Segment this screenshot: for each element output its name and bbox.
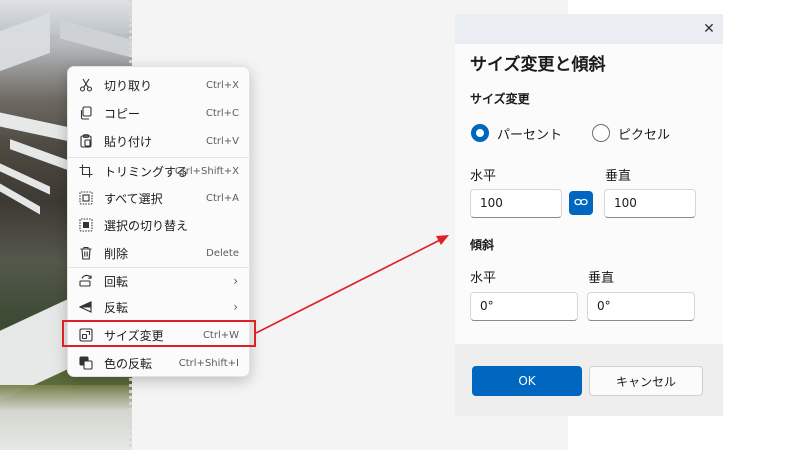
pixel-radio[interactable] bbox=[592, 124, 610, 142]
scissors-icon bbox=[78, 77, 94, 93]
trash-icon bbox=[78, 245, 94, 261]
dialog-titlebar bbox=[455, 14, 723, 44]
menu-item-shortcut: Ctrl+C bbox=[205, 107, 239, 119]
menu-item-shortcut: Ctrl+Shift+I bbox=[178, 357, 239, 369]
menu-item-copy[interactable]: コピー Ctrl+C bbox=[68, 100, 251, 126]
percent-radio[interactable] bbox=[471, 124, 489, 142]
pixel-radio-label[interactable]: ピクセル bbox=[618, 124, 670, 143]
resize-vertical-label: 垂直 bbox=[605, 169, 632, 184]
rotate-icon bbox=[78, 273, 94, 289]
menu-item-label: 選択の切り替え bbox=[104, 218, 189, 233]
menu-item-crop[interactable]: トリミングする Ctrl+Shift+X bbox=[68, 158, 251, 184]
menu-item-label: 貼り付け bbox=[104, 134, 153, 149]
skew-horizontal-label: 水平 bbox=[470, 271, 497, 286]
cancel-button[interactable]: キャンセル bbox=[589, 366, 703, 396]
menu-item-label: 反転 bbox=[104, 300, 129, 315]
dialog-title: サイズ変更と傾斜 bbox=[470, 55, 606, 75]
close-button[interactable]: ✕ bbox=[695, 14, 723, 44]
resize-heading: サイズ変更 bbox=[470, 92, 530, 106]
invert-selection-icon bbox=[78, 217, 94, 233]
chevron-right-icon: › bbox=[233, 300, 238, 314]
menu-item-label: コピー bbox=[104, 106, 141, 121]
select-all-icon bbox=[78, 190, 94, 206]
skew-vertical-input[interactable]: 0° bbox=[587, 292, 695, 321]
aspect-lock-button[interactable] bbox=[569, 191, 593, 215]
copy-icon bbox=[78, 105, 94, 121]
resize-horizontal-input[interactable]: 100 bbox=[470, 189, 562, 218]
chevron-right-icon: › bbox=[233, 274, 238, 288]
resize-skew-dialog: ✕ サイズ変更と傾斜 サイズ変更 パーセント ピクセル 水平 垂直 100 10… bbox=[455, 14, 723, 416]
menu-item-delete[interactable]: 削除 Delete bbox=[68, 240, 251, 266]
menu-item-cut[interactable]: 切り取り Ctrl+X bbox=[68, 72, 251, 98]
menu-item-label: 色の反転 bbox=[104, 356, 153, 371]
menu-item-shortcut: Delete bbox=[206, 247, 239, 259]
menu-item-rotate[interactable]: 回転 › bbox=[68, 268, 251, 294]
paste-icon bbox=[78, 133, 94, 149]
invert-colors-icon bbox=[78, 355, 94, 371]
skew-horizontal-input[interactable]: 0° bbox=[470, 292, 578, 321]
resize-vertical-input[interactable]: 100 bbox=[604, 189, 696, 218]
percent-radio-label[interactable]: パーセント bbox=[497, 124, 562, 143]
close-icon: ✕ bbox=[703, 21, 715, 37]
menu-item-invert-selection[interactable]: 選択の切り替え bbox=[68, 212, 251, 238]
menu-item-paste[interactable]: 貼り付け Ctrl+V bbox=[68, 128, 251, 154]
menu-item-label: 削除 bbox=[104, 246, 129, 261]
menu-item-label: 回転 bbox=[104, 274, 129, 289]
resize-horizontal-label: 水平 bbox=[470, 169, 497, 184]
menu-item-shortcut: Ctrl+X bbox=[205, 79, 239, 91]
menu-item-flip[interactable]: 反転 › bbox=[68, 294, 251, 320]
menu-item-shortcut: Ctrl+V bbox=[205, 135, 239, 147]
menu-item-select-all[interactable]: すべて選択 Ctrl+A bbox=[68, 185, 251, 211]
menu-item-shortcut: Ctrl+Shift+X bbox=[174, 165, 239, 177]
crop-icon bbox=[78, 163, 94, 179]
flip-icon bbox=[78, 299, 94, 315]
link-icon bbox=[574, 194, 588, 213]
skew-vertical-label: 垂直 bbox=[588, 271, 615, 286]
menu-item-label: すべて選択 bbox=[104, 191, 163, 206]
ok-button[interactable]: OK bbox=[472, 366, 582, 396]
menu-item-shortcut: Ctrl+A bbox=[205, 192, 239, 204]
skew-heading: 傾斜 bbox=[470, 238, 495, 252]
menu-item-label: 切り取り bbox=[104, 78, 153, 93]
resize-highlight-box bbox=[62, 320, 256, 347]
menu-item-invert-colors[interactable]: 色の反転 Ctrl+Shift+I bbox=[68, 350, 251, 376]
